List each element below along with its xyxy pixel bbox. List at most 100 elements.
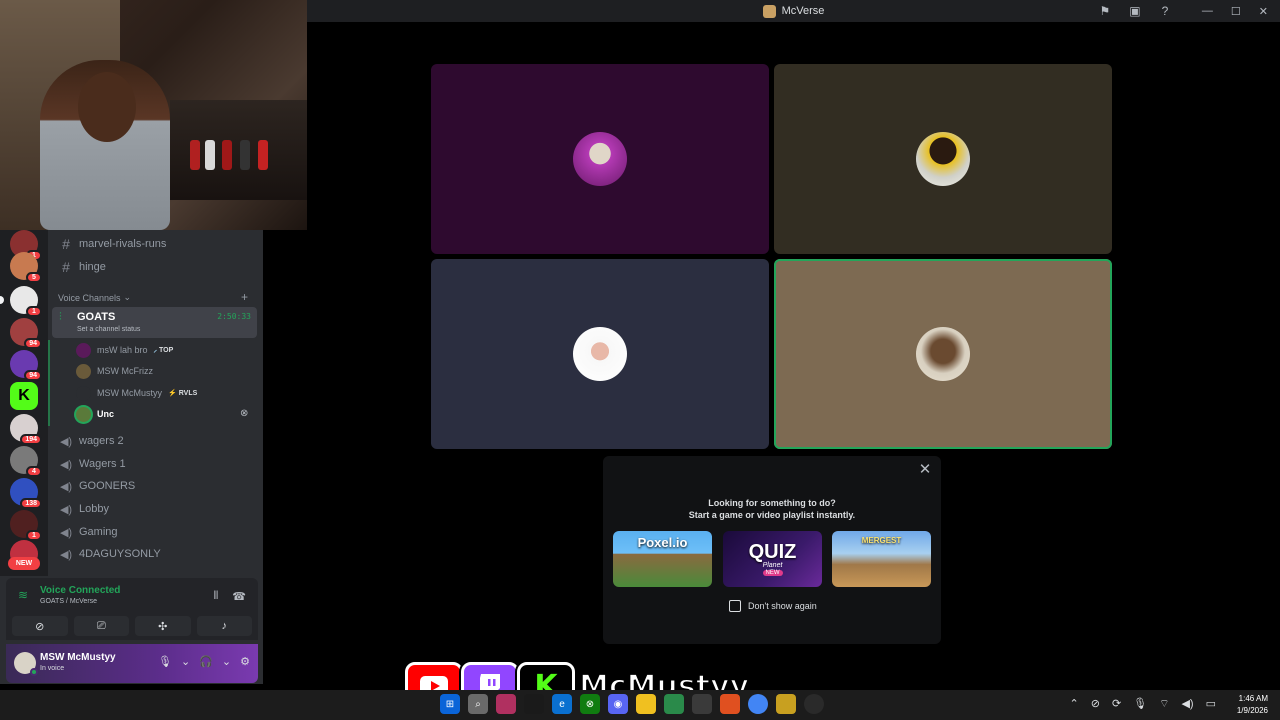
wifi-icon[interactable]: ⌔	[1159, 697, 1169, 711]
voice-channel[interactable]: ◀) 4DAGUYSONLY	[56, 544, 258, 564]
file-explorer-icon[interactable]	[636, 694, 656, 714]
server-icon[interactable]: 4	[10, 446, 42, 477]
game-card-poxel[interactable]: Poxel.io	[613, 531, 712, 587]
inbox-icon[interactable]: ▣	[1128, 4, 1142, 18]
close-icon[interactable]: ✕	[917, 461, 933, 478]
webcam-person-head	[78, 72, 136, 142]
voice-member[interactable]: MSW McMustyy ⚡ RVLS	[76, 384, 256, 402]
server-icon[interactable]: 1	[10, 510, 42, 541]
disconnect-icon[interactable]: ☎	[232, 590, 246, 603]
username[interactable]: MSW McMustyy	[40, 652, 116, 663]
video-tile[interactable]	[774, 259, 1112, 449]
voice-member[interactable]: Unc	[76, 405, 256, 423]
server-icon[interactable]: 5	[10, 252, 42, 283]
chevron-down-icon[interactable]: ⌄	[222, 655, 231, 668]
avatar	[76, 363, 91, 379]
category-name: Voice Channels	[58, 292, 121, 303]
game-card-mergest[interactable]: MERGEST	[832, 531, 931, 587]
speaker-icon: ◀)	[59, 435, 73, 448]
battery-icon[interactable]: ▭	[1206, 697, 1216, 711]
text-channel[interactable]: # marvel-rivals-runs	[56, 234, 258, 254]
microphone-icon[interactable]: 🎙	[158, 655, 172, 668]
voice-channel[interactable]: ◀) Gaming	[56, 522, 258, 542]
voice-status-subtitle[interactable]: GOATS / McVerse	[40, 598, 97, 605]
maximize-button[interactable]: ☐	[1231, 5, 1241, 18]
video-tile[interactable]	[431, 259, 769, 449]
xbox-icon[interactable]: ⊗	[580, 694, 600, 714]
avatar	[76, 342, 91, 358]
obs-icon[interactable]	[804, 694, 824, 714]
network-icon[interactable]: ⊘	[1091, 697, 1100, 711]
app-icon[interactable]	[692, 694, 712, 714]
server-icon[interactable]: 138	[10, 478, 42, 509]
voice-category-header[interactable]: Voice Channels ⌄	[58, 292, 131, 303]
chevron-down-icon: ⌄	[123, 292, 132, 302]
screen: McVerse ⚑ ▣ ? — ☐ ✕ 1 5 1 94 94 K	[0, 0, 1280, 720]
server-rail: 1 5 1 94 94 K 194 4 138 1	[0, 230, 48, 576]
video-tile[interactable]	[774, 64, 1112, 254]
help-icon[interactable]: ?	[1158, 4, 1172, 18]
voice-controls: ⦀ ☎	[213, 590, 246, 603]
user-panel: MSW McMustyy In voice 🎙 ⌄ 🎧 ⌄ ⚙	[6, 644, 258, 683]
voice-active-icon: ⫶	[59, 311, 62, 323]
settings-gear-icon[interactable]: ⚙	[240, 655, 250, 668]
voice-channel[interactable]: ◀) Wagers 1	[56, 454, 258, 474]
screen-share-button[interactable]: ⎚	[73, 616, 129, 636]
chevron-up-icon[interactable]: ⌃	[1070, 697, 1079, 711]
kick-server-icon[interactable]: K	[10, 382, 38, 410]
voice-channel[interactable]: ◀) wagers 2	[56, 431, 258, 451]
noise-suppression-icon[interactable]: ⦀	[213, 590, 218, 603]
channel-status-input[interactable]: Set a channel status	[77, 326, 140, 333]
game-card-quiz-planet[interactable]: QUIZ Planet NEW	[723, 531, 822, 587]
search-icon[interactable]: ⌕	[468, 694, 488, 714]
chrome-icon[interactable]	[748, 694, 768, 714]
channel-list: # marvel-rivals-runs # hinge Voice Chann…	[48, 230, 263, 576]
app-icon[interactable]	[776, 694, 796, 714]
channel-name: Lobby	[79, 503, 109, 515]
user-controls: 🎙 ⌄ 🎧 ⌄ ⚙	[158, 655, 250, 668]
sword-icon: ⸝	[153, 346, 158, 354]
mention-badge: 5	[26, 272, 42, 283]
app-icon[interactable]	[524, 694, 544, 714]
voice-channel[interactable]: ◀) Lobby	[56, 499, 258, 519]
inbox-flag-icon[interactable]: ⚑	[1098, 4, 1112, 18]
activities-button[interactable]: ✣	[135, 616, 191, 636]
active-voice-channel[interactable]: ⫶ GOATS 2:50:33 Set a channel status	[52, 307, 257, 338]
member-tag: ⚡ RVLS	[168, 389, 198, 398]
voice-member[interactable]: MSW McFrizz	[76, 362, 256, 380]
server-icon[interactable]: 94	[10, 318, 42, 349]
server-icon[interactable]: 1	[0, 286, 42, 317]
sync-icon[interactable]: ⟳	[1112, 697, 1121, 711]
dont-show-again-row[interactable]: Don't show again	[729, 600, 817, 612]
chevron-down-icon[interactable]: ⌄	[181, 655, 190, 668]
volume-icon[interactable]: ◀)	[1181, 697, 1193, 711]
server-icon[interactable]: 94	[10, 350, 42, 381]
server-icon[interactable]: 194	[10, 414, 42, 445]
channel-name: GOATS	[77, 311, 116, 323]
voice-member[interactable]: msW lah bro ⸝ TOP	[76, 341, 256, 359]
headphones-icon[interactable]: 🎧	[199, 655, 213, 668]
voice-status-title[interactable]: Voice Connected	[40, 585, 120, 596]
edge-icon[interactable]: e	[552, 694, 572, 714]
close-button[interactable]: ✕	[1259, 5, 1268, 18]
video-tile[interactable]	[431, 64, 769, 254]
text-channel[interactable]: # hinge	[56, 257, 258, 277]
app-icon[interactable]	[664, 694, 684, 714]
app-icon[interactable]	[496, 694, 516, 714]
soundboard-button[interactable]: ♪	[196, 616, 252, 636]
camera-off-button[interactable]: ⊘	[12, 616, 68, 636]
system-tray: ⌃ ⊘ ⟳ 🎙 ⌔ ◀) ▭	[1070, 697, 1217, 711]
app-icon[interactable]	[720, 694, 740, 714]
microphone-icon[interactable]: 🎙	[1133, 697, 1147, 711]
minimize-button[interactable]: —	[1202, 5, 1213, 18]
windows-start-icon[interactable]: ⊞	[440, 694, 460, 714]
game-subtitle: Planet	[762, 562, 783, 569]
add-channel-icon[interactable]: +	[241, 290, 248, 304]
clock[interactable]: 1:46 AM 1/9/2026	[1237, 693, 1268, 717]
taskbar: ⊞ ⌕ e ⊗ ◉ ⌃ ⊘ ⟳ 🎙 ⌔ ◀) ▭ 1:46 AM 1/9/202…	[0, 690, 1280, 720]
activity-suggestion-popup: ✕ Looking for something to do? Start a g…	[603, 456, 941, 644]
mention-badge: 94	[24, 338, 42, 349]
voice-channel[interactable]: ◀) GOONERS	[56, 476, 258, 496]
discord-icon[interactable]: ◉	[608, 694, 628, 714]
dont-show-again-checkbox[interactable]	[729, 600, 741, 612]
